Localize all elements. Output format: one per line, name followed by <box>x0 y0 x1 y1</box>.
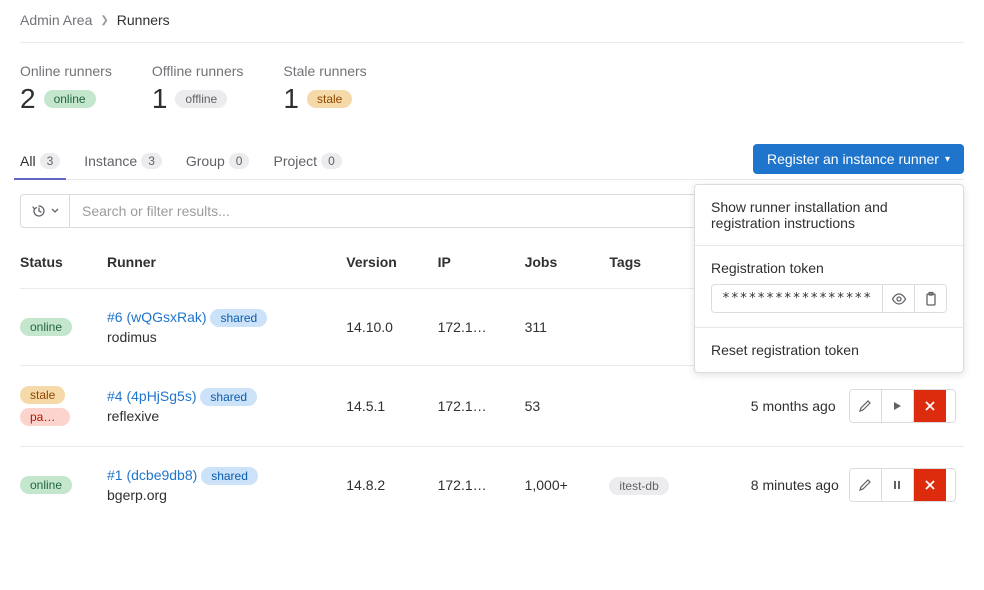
register-dropdown: Show runner installation and registratio… <box>694 184 964 373</box>
stat-value: 2 <box>20 83 36 115</box>
runner-link[interactable]: #1 (dcbe9db8) <box>107 467 197 483</box>
resume-button[interactable] <box>882 390 914 422</box>
clipboard-icon <box>923 291 939 307</box>
runner-link[interactable]: #6 (wQGsxRak) <box>107 309 207 325</box>
copy-token-button[interactable] <box>914 285 946 312</box>
breadcrumb-current: Runners <box>117 12 170 28</box>
stat-label: Online runners <box>20 63 112 79</box>
status-badge: stale <box>20 386 65 404</box>
stat-label: Stale runners <box>283 63 366 79</box>
history-icon <box>31 203 47 219</box>
tab-label: Group <box>186 153 225 169</box>
status-badge: stale <box>307 90 352 108</box>
col-runner: Runner <box>107 236 346 289</box>
col-version: Version <box>346 236 437 289</box>
tab-count: 3 <box>141 153 162 169</box>
chevron-down-icon <box>51 207 59 215</box>
tab-all[interactable]: All 3 <box>20 143 60 179</box>
tab-count: 3 <box>40 153 61 169</box>
search-history-button[interactable] <box>20 194 70 228</box>
cell-tags: itest-db <box>609 447 750 524</box>
runner-link[interactable]: #4 (4pHjSg5s) <box>107 388 197 404</box>
col-jobs: Jobs <box>525 236 610 289</box>
col-status: Status <box>20 236 107 289</box>
status-badge: paused <box>20 408 70 426</box>
register-runner-button[interactable]: Register an instance runner ▾ <box>753 144 964 174</box>
tab-label: All <box>20 153 36 169</box>
tab-group[interactable]: Group 0 <box>186 143 250 179</box>
cell-tags <box>609 366 750 447</box>
tab-label: Instance <box>84 153 137 169</box>
chevron-down-icon: ▾ <box>945 154 950 165</box>
runner-description: bgerp.org <box>107 487 338 503</box>
stat-label: Offline runners <box>152 63 244 79</box>
shared-badge: shared <box>200 388 257 406</box>
pause-button[interactable] <box>882 469 914 501</box>
button-label: Register an instance runner <box>767 151 939 167</box>
stat-offline: Offline runners 1 offline <box>152 63 244 115</box>
tab-instance[interactable]: Instance 3 <box>84 143 162 179</box>
pause-icon <box>891 479 903 491</box>
status-badge: online <box>20 318 72 336</box>
play-icon <box>891 400 903 412</box>
tab-count: 0 <box>321 153 342 169</box>
cell-jobs: 311 <box>525 289 610 366</box>
cell-jobs: 53 <box>525 366 610 447</box>
pencil-icon <box>858 399 872 413</box>
close-icon <box>924 479 936 491</box>
breadcrumb: Admin Area ❯ Runners <box>20 8 964 43</box>
dropdown-item-reset-token[interactable]: Reset registration token <box>695 328 963 372</box>
cell-version: 14.10.0 <box>346 289 437 366</box>
shared-badge: shared <box>201 467 258 485</box>
status-badge: offline <box>175 90 227 108</box>
eye-icon <box>891 291 907 307</box>
cell-last-contact: 8 minutes ago <box>751 447 849 524</box>
delete-button[interactable] <box>914 469 946 501</box>
dropdown-item-token: Registration token <box>695 246 963 328</box>
table-row: stale paused #4 (4pHjSg5s) shared reflex… <box>20 366 964 447</box>
registration-token-field[interactable] <box>712 285 882 312</box>
tab-count: 0 <box>229 153 250 169</box>
tag-badge: itest-db <box>609 477 668 495</box>
stat-stale: Stale runners 1 stale <box>283 63 366 115</box>
status-badge: online <box>44 90 96 108</box>
cell-ip: 172.1… <box>438 289 525 366</box>
cell-version: 14.8.2 <box>346 447 437 524</box>
cell-ip: 172.1… <box>438 447 525 524</box>
cell-ip: 172.1… <box>438 366 525 447</box>
shared-badge: shared <box>210 309 267 327</box>
status-badge: online <box>20 476 72 494</box>
stat-value: 1 <box>152 83 168 115</box>
tab-project[interactable]: Project 0 <box>273 143 341 179</box>
breadcrumb-root[interactable]: Admin Area <box>20 12 92 28</box>
cell-version: 14.5.1 <box>346 366 437 447</box>
col-ip: IP <box>438 236 525 289</box>
close-icon <box>924 400 936 412</box>
dropdown-item-instructions[interactable]: Show runner installation and registratio… <box>695 185 963 246</box>
cell-last-contact: 5 months ago <box>751 366 849 447</box>
edit-button[interactable] <box>850 469 882 501</box>
runner-description: reflexive <box>107 408 338 424</box>
pencil-icon <box>858 478 872 492</box>
stats-row: Online runners 2 online Offline runners … <box>20 63 964 115</box>
delete-button[interactable] <box>914 390 946 422</box>
edit-button[interactable] <box>850 390 882 422</box>
cell-jobs: 1,000+ <box>525 447 610 524</box>
token-label: Registration token <box>711 260 947 276</box>
runner-description: rodimus <box>107 329 338 345</box>
reveal-token-button[interactable] <box>882 285 914 312</box>
stat-value: 1 <box>283 83 299 115</box>
tab-label: Project <box>273 153 317 169</box>
stat-online: Online runners 2 online <box>20 63 112 115</box>
table-row: online #1 (dcbe9db8) shared bgerp.org 14… <box>20 447 964 524</box>
chevron-right-icon: ❯ <box>100 15 108 26</box>
scope-tabs: All 3 Instance 3 Group 0 Project 0 <box>20 143 342 179</box>
